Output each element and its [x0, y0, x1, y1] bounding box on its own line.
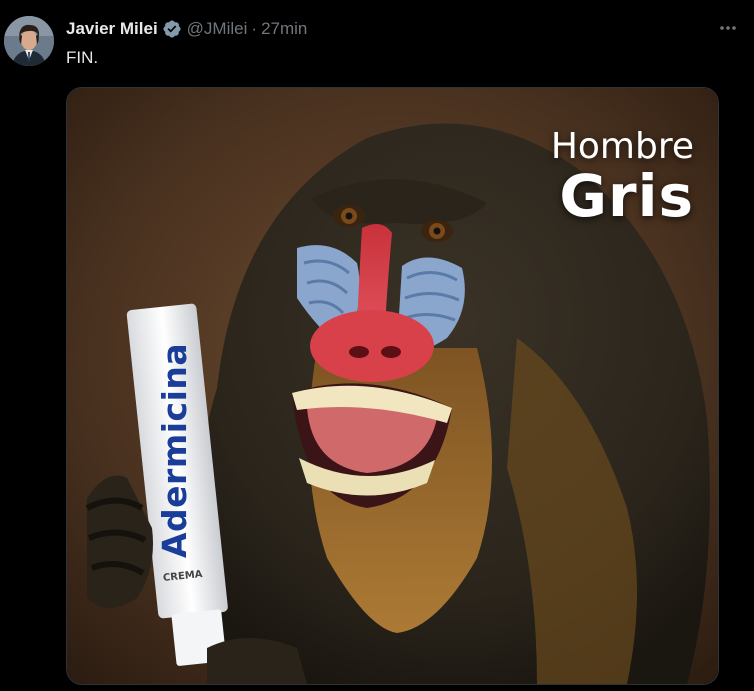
tweet-media-image[interactable]: Adermicina CREMA Hombre Gris [66, 87, 719, 685]
avatar-image [4, 16, 54, 66]
tweet-text: FIN. [66, 48, 99, 67]
timestamp[interactable]: 27min [261, 19, 307, 39]
separator-dot: · [251, 19, 258, 38]
caption-line-1: Hombre [550, 126, 694, 167]
author-name[interactable]: Javier Milei [66, 19, 158, 39]
tweet: Javier Milei @JMilei · 27min FIN. Adermi… [0, 0, 754, 691]
verified-badge-icon[interactable] [162, 19, 182, 39]
author-handle[interactable]: @JMilei [187, 19, 248, 39]
product-brand-label: Adermicina [155, 342, 194, 558]
caption-line-2: Gris [559, 162, 694, 230]
image-caption: Hombre Gris [550, 126, 694, 230]
more-options-button[interactable] [712, 14, 744, 42]
tweet-header: Javier Milei @JMilei · 27min [66, 18, 307, 40]
avatar[interactable] [4, 16, 54, 66]
more-options-icon [720, 26, 736, 30]
